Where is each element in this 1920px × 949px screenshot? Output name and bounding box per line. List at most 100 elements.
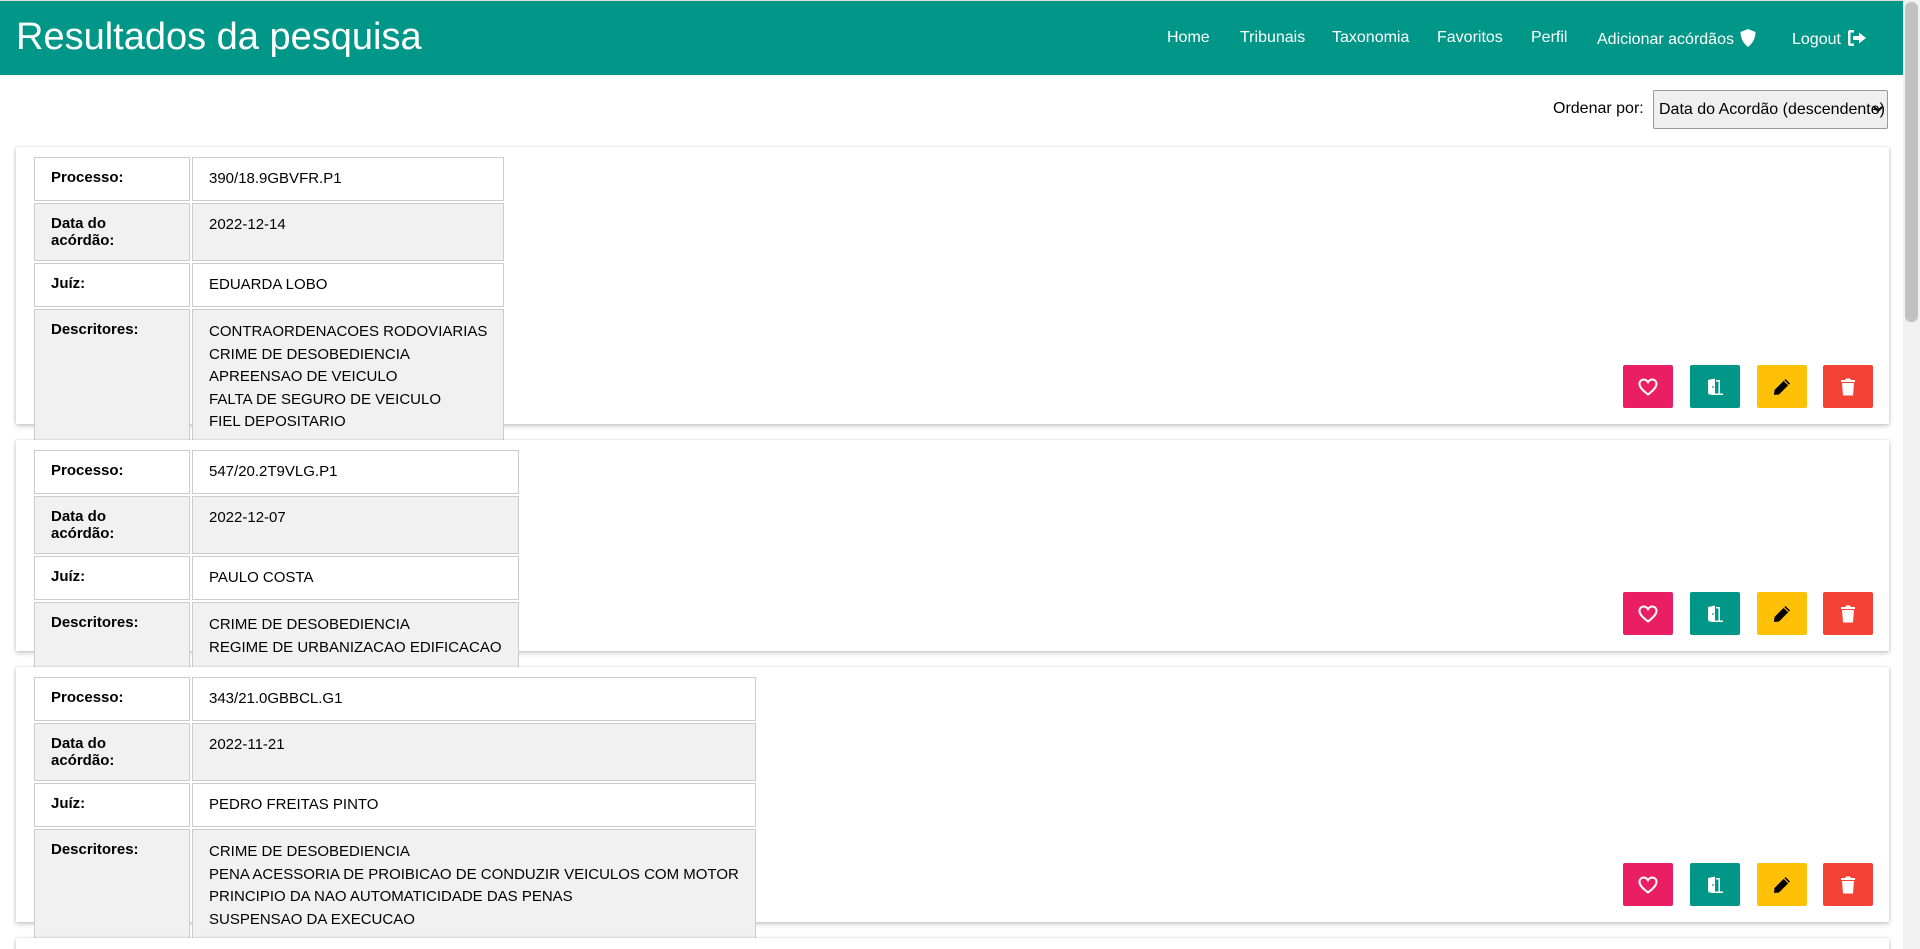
processo-value: 390/18.9GBVFR.P1 — [192, 157, 505, 201]
nav-adicionar-label: Adicionar acórdãos — [1597, 31, 1734, 48]
nav-perfil[interactable]: Perfil — [1531, 29, 1567, 47]
favorite-button[interactable] — [1623, 863, 1673, 906]
row-descritores: Descritores: CRIME DE DESOBEDIENCIA REGI… — [34, 602, 519, 671]
descritores-value: CRIME DE DESOBEDIENCIA REGIME DE URBANIZ… — [192, 602, 519, 671]
descritor-item: REGIME DE URBANIZACAO EDIFICACAO — [209, 638, 502, 656]
descritor-item: CRIME DE DESOBEDIENCIA — [209, 345, 410, 363]
descritor-item: FALTA DE SEGURO DE VEICULO — [209, 390, 442, 408]
nav-menu: Home Tribunais Taxonomia Favoritos Perfi… — [0, 29, 1903, 49]
delete-button[interactable] — [1823, 592, 1873, 635]
open-button[interactable] — [1690, 863, 1740, 906]
data-label: Data do acórdão: — [34, 496, 190, 554]
row-data: Data do acórdão: 2022-12-07 — [34, 496, 519, 554]
trash-icon — [1841, 605, 1855, 622]
processo-label: Processo: — [34, 450, 190, 494]
vertical-scrollbar[interactable] — [1903, 0, 1920, 949]
delete-button[interactable] — [1823, 365, 1873, 408]
juiz-label: Juíz: — [34, 263, 190, 307]
door-open-icon — [1707, 605, 1723, 622]
open-button[interactable] — [1690, 592, 1740, 635]
result-card: Processo: 390/18.9GBVFR.P1 Data do acórd… — [16, 147, 1889, 446]
descritores-value: CRIME DE DESOBEDIENCIA PENA ACESSORIA DE… — [192, 829, 756, 943]
result-card: Processo: 343/21.0GBBCL.G1 Data do acórd… — [16, 667, 1889, 943]
heart-icon — [1638, 377, 1658, 396]
door-open-icon — [1707, 378, 1723, 395]
sign-out-icon — [1847, 30, 1866, 46]
data-label: Data do acórdão: — [34, 723, 190, 781]
heart-icon — [1638, 875, 1658, 894]
juiz-value: EDUARDA LOBO — [192, 263, 505, 307]
row-data: Data do acórdão: 2022-11-21 — [34, 723, 756, 781]
descritor-item: CRIME DE DESOBEDIENCIA — [209, 843, 410, 860]
row-juiz: Juíz: PAULO COSTA — [34, 556, 519, 600]
data-value: 2022-12-07 — [192, 496, 519, 554]
nav-home[interactable]: Home — [1167, 29, 1210, 47]
processo-label: Processo: — [34, 157, 190, 201]
row-processo: Processo: 343/21.0GBBCL.G1 — [34, 677, 756, 721]
row-juiz: Juíz: EDUARDA LOBO — [34, 263, 505, 307]
result-info-table: Processo: 390/18.9GBVFR.P1 Data do acórd… — [32, 155, 506, 448]
nav-logout[interactable]: Logout — [1792, 29, 1867, 49]
descritor-item: CONTRAORDENACOES RODOVIARIAS — [209, 323, 488, 340]
nav-logout-label: Logout — [1792, 31, 1841, 48]
juiz-value: PEDRO FREITAS PINTO — [192, 783, 756, 827]
sort-label: Ordenar por: — [1553, 100, 1644, 117]
descritor-item: FIEL DEPOSITARIO — [209, 413, 346, 430]
result-card-partial — [16, 938, 1889, 949]
favorite-button[interactable] — [1623, 365, 1673, 408]
pencil-icon — [1774, 876, 1790, 893]
data-label: Data do acórdão: — [34, 203, 190, 261]
result-info-table: Processo: 343/21.0GBBCL.G1 Data do acórd… — [32, 675, 758, 945]
data-value: 2022-12-14 — [192, 203, 505, 261]
row-processo: Processo: 547/20.2T9VLG.P1 — [34, 450, 519, 494]
chevron-down-icon — [1873, 106, 1883, 113]
card-actions — [1623, 592, 1873, 635]
processo-value: 343/21.0GBBCL.G1 — [192, 677, 756, 721]
descritor-item: SUSPENSAO DA EXECUCAO — [209, 910, 415, 928]
descritores-label: Descritores: — [34, 602, 190, 671]
top-navbar: Resultados da pesquisa Home Tribunais Ta… — [0, 0, 1903, 75]
sort-selected-value: Data do Acordão (descendente) — [1659, 100, 1885, 118]
descritor-item: APREENSAO DE VEICULO — [209, 368, 398, 385]
trash-icon — [1841, 378, 1855, 395]
descritor-item: PRINCIPIO DA NAO AUTOMATICIDADE DAS PENA… — [209, 888, 573, 905]
juiz-value: PAULO COSTA — [192, 556, 519, 600]
row-juiz: Juíz: PEDRO FREITAS PINTO — [34, 783, 756, 827]
edit-button[interactable] — [1757, 365, 1807, 408]
juiz-label: Juíz: — [34, 783, 190, 827]
result-info-table: Processo: 547/20.2T9VLG.P1 Data do acórd… — [32, 448, 521, 673]
row-processo: Processo: 390/18.9GBVFR.P1 — [34, 157, 505, 201]
nav-taxonomia[interactable]: Taxonomia — [1332, 29, 1409, 47]
data-value: 2022-11-21 — [192, 723, 756, 781]
processo-label: Processo: — [34, 677, 190, 721]
pencil-icon — [1774, 378, 1790, 395]
heart-icon — [1638, 604, 1658, 623]
row-descritores: Descritores: CRIME DE DESOBEDIENCIA PENA… — [34, 829, 756, 943]
nav-adicionar-acordaos[interactable]: Adicionar acórdãos — [1597, 29, 1756, 49]
descritores-label: Descritores: — [34, 309, 190, 446]
nav-favoritos[interactable]: Favoritos — [1437, 29, 1503, 47]
favorite-button[interactable] — [1623, 592, 1673, 635]
processo-value: 547/20.2T9VLG.P1 — [192, 450, 519, 494]
card-actions — [1623, 365, 1873, 408]
sort-select[interactable]: Data do Acordão (descendente) — [1653, 90, 1888, 129]
scrollbar-thumb[interactable] — [1905, 2, 1918, 322]
card-actions — [1623, 863, 1873, 906]
door-open-icon — [1707, 876, 1723, 893]
descritores-value: CONTRAORDENACOES RODOVIARIAS CRIME DE DE… — [192, 309, 505, 446]
nav-tribunais[interactable]: Tribunais — [1240, 29, 1305, 47]
result-card: Processo: 547/20.2T9VLG.P1 Data do acórd… — [16, 440, 1889, 671]
descritor-item: CRIME DE DESOBEDIENCIA — [209, 616, 410, 633]
pencil-icon — [1774, 605, 1790, 622]
shield-icon — [1740, 29, 1756, 47]
edit-button[interactable] — [1757, 863, 1807, 906]
juiz-label: Juíz: — [34, 556, 190, 600]
row-descritores: Descritores: CONTRAORDENACOES RODOVIARIA… — [34, 309, 505, 446]
trash-icon — [1841, 876, 1855, 893]
descritor-item: PENA ACESSORIA DE PROIBICAO DE CONDUZIR … — [209, 865, 739, 883]
delete-button[interactable] — [1823, 863, 1873, 906]
descritores-label: Descritores: — [34, 829, 190, 943]
edit-button[interactable] — [1757, 592, 1807, 635]
row-data: Data do acórdão: 2022-12-14 — [34, 203, 505, 261]
open-button[interactable] — [1690, 365, 1740, 408]
